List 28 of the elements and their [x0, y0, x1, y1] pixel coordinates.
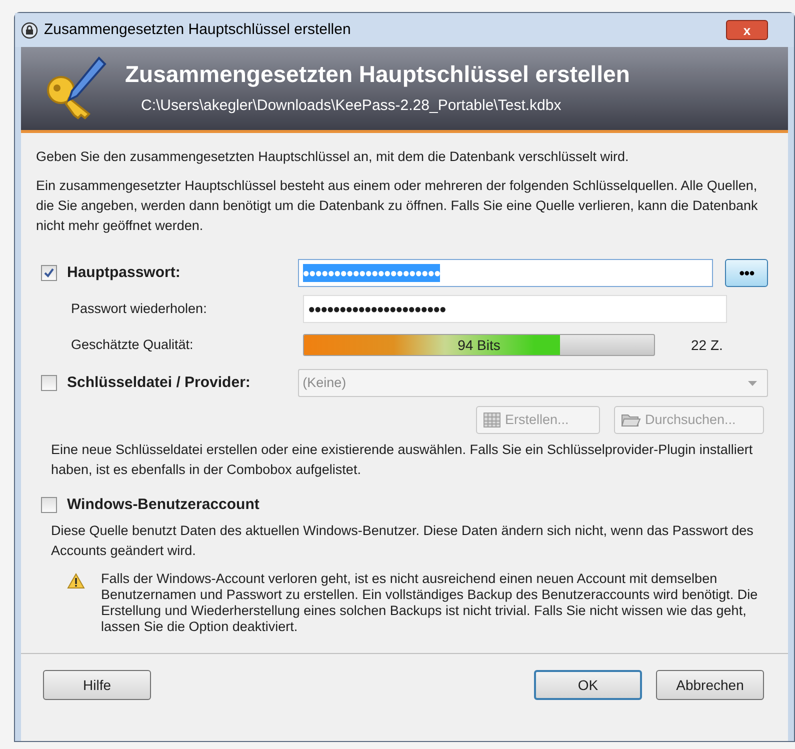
dialog-button[interactable]: Abbrechen [656, 670, 764, 700]
show-password-button[interactable]: ●●● [724, 259, 768, 287]
master-password-label: Hauptpasswort: [67, 262, 180, 283]
dialog-button[interactable]: Hilfe [43, 670, 151, 700]
close-button[interactable]: x [726, 20, 768, 40]
intro-text: Ein zusammengesetzter Hauptschlüssel besteht aus einem oder mehreren der folgenden Schlüsselquellen. Alle Quellen, die Sie angeben, werden dann benötigt um die Datenbank zu öffnen. Falls Sie eine Quelle verlieren, kann die Datenbank nicht mehr geöffnet werden. [36, 177, 759, 235]
dropdown-arrow-icon [748, 380, 757, 386]
windows-account-label: Windows-Benutzeraccount [67, 495, 260, 515]
key-file-label: Schlüsseldatei / Provider: [67, 372, 250, 393]
quality-reading: 94 Bits [456, 336, 502, 354]
warning-icon [67, 572, 85, 588]
warning-text: Falls der Windows-Account verloren geht, ist es nicht ausreichend einen neuen Account mit demselben Benutzernamen und Passwort zu erstellen. Ein vollständiges Backup des Benutzeraccounts wird benötigt. Die Erstellung und Wiederherstellung eines solchen Backups ist nicht trivial. Falls Sie nicht wissen wie das geht, lassen Sie die Option deaktiviert. [101, 570, 759, 634]
checkbox[interactable] [41, 265, 57, 281]
repeat-password-field[interactable]: ●●●●●●●●●●●●●●●●●●●●●● [303, 295, 727, 323]
lock-icon [21, 22, 38, 38]
windows-account-description: Diese Quelle benutzt Daten des aktuellen Windows-Benutzer. Diese Daten ändern sich nicht, wenn das Passwort des Accounts geändert wird. [50, 522, 754, 560]
window-title: Zusammengesetzten Hauptschlüssel erstellen [44, 20, 351, 40]
folder-icon [621, 412, 641, 428]
password-length: 22 Z. [691, 336, 723, 354]
quality-label: Geschätzte Qualität: [70, 336, 194, 354]
checkbox[interactable] [41, 497, 57, 514]
banner-title: Zusammengesetzten Hauptschlüssel erstellen [125, 60, 630, 89]
key-file-description: Eine neue Schlüsseldatei erstellen oder eine existierende auswählen. Falls Sie ein Schlüsselprovider-Plugin installiert haben, ist es ebenfalls in der Combobox aufgelistet. [50, 441, 754, 479]
database-path: C:\Users\akegler\Downloads\KeePass-2.28_Portable\Test.kdbx [140, 96, 562, 116]
repeat-password-label: Passwort wiederholen: [70, 300, 208, 318]
dialog-button[interactable]: OK [534, 670, 642, 700]
grid-icon [483, 412, 501, 428]
intro-text: Geben Sie den zusammengesetzten Hauptschlüssel an, mit dem die Datenbank verschlüsselt wird. [36, 148, 630, 166]
